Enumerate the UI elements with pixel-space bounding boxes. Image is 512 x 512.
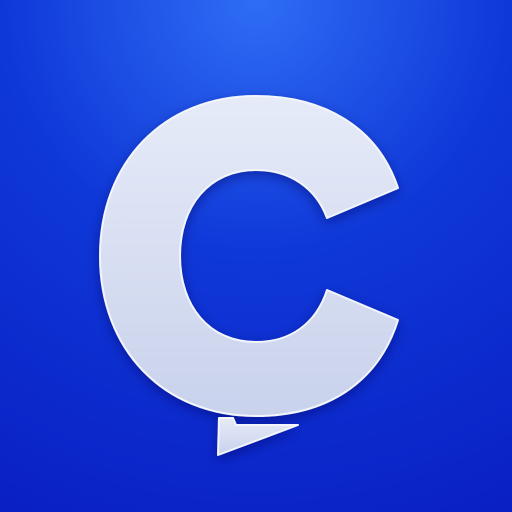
app-icon-artwork bbox=[0, 0, 512, 512]
app-icon bbox=[0, 0, 512, 512]
